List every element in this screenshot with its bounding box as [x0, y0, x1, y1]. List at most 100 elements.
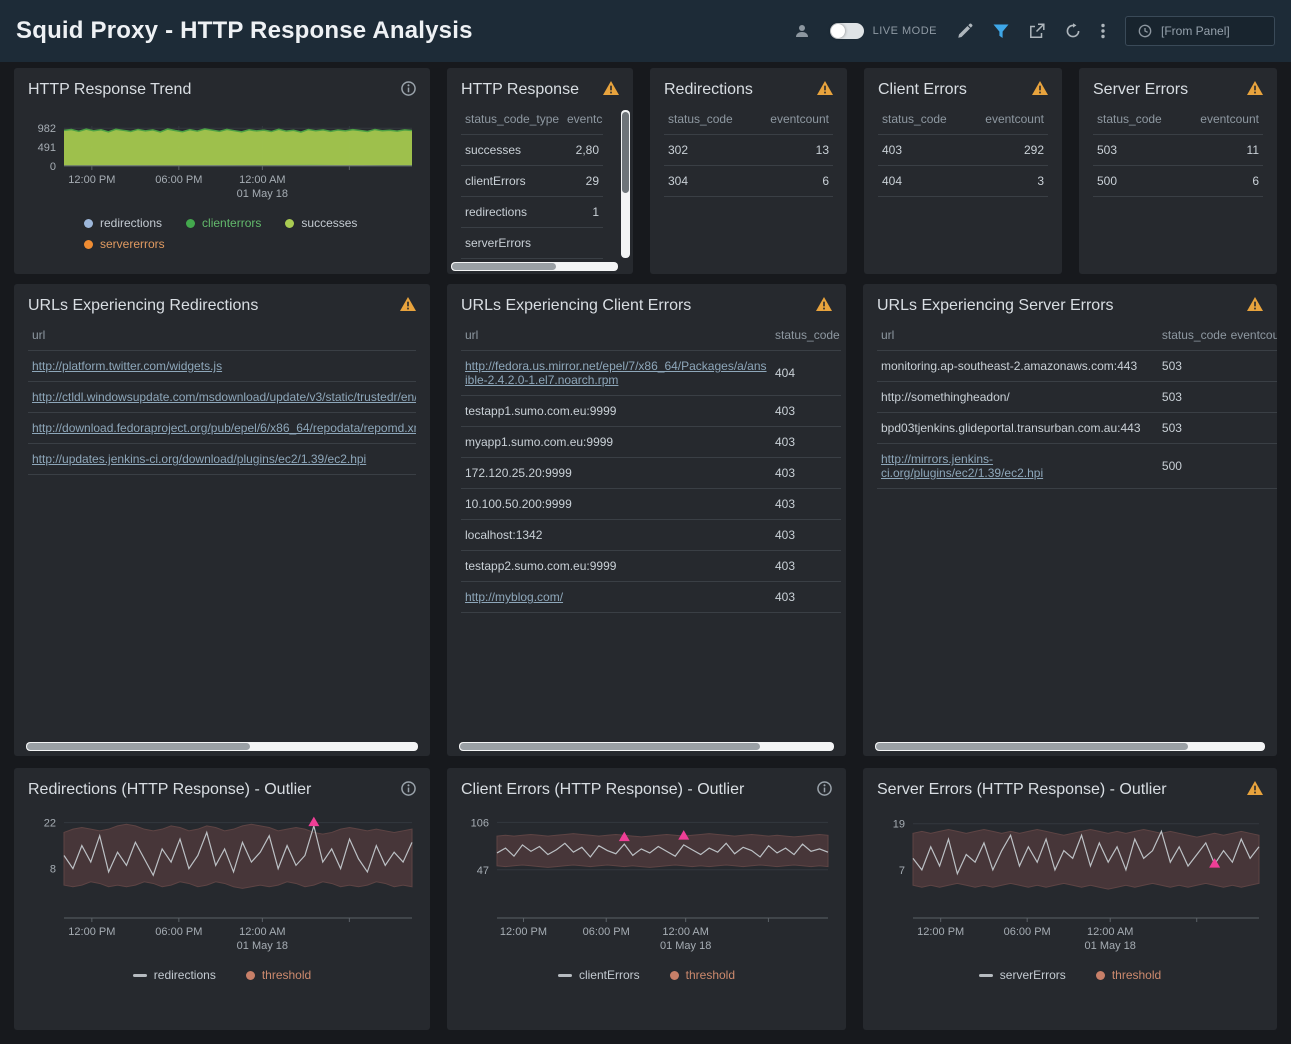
column-header-status_code[interactable]: status_code	[771, 320, 841, 351]
table-cell-status_code: 403	[771, 396, 841, 427]
scrollbar-thumb[interactable]	[622, 112, 629, 193]
table-row[interactable]: http://ctldl.windowsupdate.com/msdownloa…	[28, 382, 416, 413]
info-icon[interactable]	[401, 81, 416, 96]
column-header-url[interactable]: url	[28, 320, 416, 351]
table-row[interactable]: testapp1.sumo.com.eu:9999403	[461, 396, 841, 427]
warning-icon[interactable]	[400, 297, 416, 311]
column-header-url[interactable]: url	[461, 320, 771, 351]
table-row[interactable]: myapp1.sumo.com.eu:9999403	[461, 427, 841, 458]
panel-title: Server Errors	[1093, 81, 1188, 99]
url-link[interactable]: http://mirrors.jenkins-ci.org/plugins/ec…	[881, 452, 1043, 480]
time-range-selector[interactable]: [From Panel]	[1125, 16, 1275, 46]
scrollbar-thumb[interactable]	[452, 263, 556, 270]
column-header-eventcount[interactable]: eventcount	[563, 104, 603, 135]
table-row[interactable]: 5006	[1093, 166, 1263, 197]
legend-item-clienterrors[interactable]: clienterrors	[186, 216, 261, 230]
table-row[interactable]: 50311	[1093, 135, 1263, 166]
info-icon[interactable]	[817, 781, 832, 796]
refresh-icon[interactable]	[1065, 23, 1081, 39]
table-row[interactable]: http://updates.jenkins-ci.org/download/p…	[28, 444, 416, 475]
table-row[interactable]: 403292	[878, 135, 1048, 166]
table-row[interactable]: 4043	[878, 166, 1048, 197]
url-link[interactable]: http://fedora.us.mirror.net/epel/7/x86_6…	[465, 359, 767, 387]
table-row[interactable]: bpd03tjenkins.glideportal.transurban.com…	[877, 413, 1277, 444]
legend-item-serverErrors[interactable]: serverErrors	[979, 968, 1066, 982]
legend-item-successes[interactable]: successes	[285, 216, 357, 230]
warning-icon[interactable]	[603, 81, 619, 95]
url-link[interactable]: http://ctldl.windowsupdate.com/msdownloa…	[32, 390, 416, 404]
table-row[interactable]: 172.120.25.20:9999403	[461, 458, 841, 489]
table-row[interactable]: http://fedora.us.mirror.net/epel/7/x86_6…	[461, 351, 841, 396]
panel-http-response-trend: HTTP Response Trend 982491012:00 PM06:00…	[14, 68, 430, 274]
table-row[interactable]: 3046	[664, 166, 833, 197]
legend-label: servererrors	[100, 237, 165, 251]
live-mode-toggle[interactable]	[830, 23, 864, 39]
table-row[interactable]: monitoring.ap-southeast-2.amazonaws.com:…	[877, 351, 1277, 382]
column-header-status_code[interactable]: status_code	[1158, 320, 1227, 351]
table-row[interactable]: localhost:1342403	[461, 520, 841, 551]
url-link[interactable]: http://download.fedoraproject.org/pub/ep…	[32, 421, 416, 435]
table-row[interactable]: http://download.fedoraproject.org/pub/ep…	[28, 413, 416, 444]
column-header-status_code[interactable]: status_code	[664, 104, 757, 135]
info-icon[interactable]	[401, 781, 416, 796]
server-errors-outlier-chart[interactable]: 19712:00 PM06:00 PM12:00 AM01 May 18	[869, 804, 1271, 964]
kebab-menu-icon[interactable]	[1101, 23, 1105, 39]
column-header-eventcount[interactable]: eventcount	[1227, 320, 1277, 351]
scrollbar-thumb[interactable]	[27, 743, 250, 750]
edit-pencil-icon[interactable]	[957, 23, 973, 39]
table-row[interactable]: serverErrors	[461, 228, 603, 259]
table-row[interactable]: 10.100.50.200:9999403	[461, 489, 841, 520]
table-row[interactable]: successes2,80	[461, 135, 603, 166]
legend-label: redirections	[100, 216, 162, 230]
legend-line-symbol	[558, 974, 572, 977]
warning-icon[interactable]	[817, 81, 833, 95]
http-response-trend-chart[interactable]: 982491012:00 PM06:00 PM12:00 AM01 May 18	[20, 104, 424, 208]
column-header-eventcount[interactable]: eventcount	[972, 104, 1049, 135]
legend-item-redirections[interactable]: redirections	[133, 968, 216, 982]
legend-label: threshold	[686, 968, 735, 982]
table-row[interactable]: redirections1	[461, 197, 603, 228]
table-row[interactable]: http://somethingheadon/503	[877, 382, 1277, 413]
url-link[interactable]: http://myblog.com/	[465, 590, 563, 604]
filter-icon[interactable]	[993, 23, 1009, 39]
column-header-eventcount[interactable]: eventcount	[757, 104, 833, 135]
redirections-outlier-chart[interactable]: 22812:00 PM06:00 PM12:00 AM01 May 18	[20, 804, 424, 964]
user-icon[interactable]	[794, 23, 810, 39]
warning-icon[interactable]	[1032, 81, 1048, 95]
client-errors-outlier-chart[interactable]: 1064712:00 PM06:00 PM12:00 AM01 May 18	[453, 804, 840, 964]
legend-item-servererrors[interactable]: servererrors	[84, 237, 165, 251]
column-header-status_code[interactable]: status_code	[1093, 104, 1187, 135]
warning-icon[interactable]	[1247, 781, 1263, 795]
legend-item-threshold[interactable]: threshold	[670, 968, 735, 982]
horizontal-scrollbar[interactable]	[459, 742, 834, 751]
table-row[interactable]: testapp2.sumo.com.eu:9999403	[461, 551, 841, 582]
legend-item-threshold[interactable]: threshold	[246, 968, 311, 982]
horizontal-scrollbar[interactable]	[451, 262, 618, 271]
table-row[interactable]: http://myblog.com/403	[461, 582, 841, 613]
column-header-eventcount[interactable]: eventcount	[1187, 104, 1264, 135]
horizontal-scrollbar[interactable]	[26, 742, 418, 751]
scrollbar-thumb[interactable]	[876, 743, 1188, 750]
column-header-status_code_type[interactable]: status_code_type	[461, 104, 563, 135]
url-link[interactable]: http://platform.twitter.com/widgets.js	[32, 359, 222, 373]
warning-icon[interactable]	[1247, 81, 1263, 95]
table-row[interactable]: 30213	[664, 135, 833, 166]
legend-item-clientErrors[interactable]: clientErrors	[558, 968, 640, 982]
share-icon[interactable]	[1029, 23, 1045, 39]
legend-item-threshold[interactable]: threshold	[1096, 968, 1161, 982]
column-header-status_code[interactable]: status_code	[878, 104, 972, 135]
url-link[interactable]: http://updates.jenkins-ci.org/download/p…	[32, 452, 366, 466]
horizontal-scrollbar[interactable]	[875, 742, 1265, 751]
vertical-scrollbar[interactable]	[621, 110, 630, 258]
table-cell-url: http://ctldl.windowsupdate.com/msdownloa…	[28, 382, 416, 413]
warning-icon[interactable]	[1247, 297, 1263, 311]
warning-icon[interactable]	[816, 297, 832, 311]
table-row[interactable]: http://platform.twitter.com/widgets.js	[28, 351, 416, 382]
panel-title: Redirections	[664, 81, 753, 99]
table-row[interactable]: http://mirrors.jenkins-ci.org/plugins/ec…	[877, 444, 1277, 489]
legend-item-redirections[interactable]: redirections	[84, 216, 162, 230]
scrollbar-thumb[interactable]	[460, 743, 760, 750]
table-row[interactable]: clientErrors29	[461, 166, 603, 197]
column-header-url[interactable]: url	[877, 320, 1158, 351]
panel-urls-server-errors: URLs Experiencing Server Errors urlstatu…	[863, 284, 1277, 756]
